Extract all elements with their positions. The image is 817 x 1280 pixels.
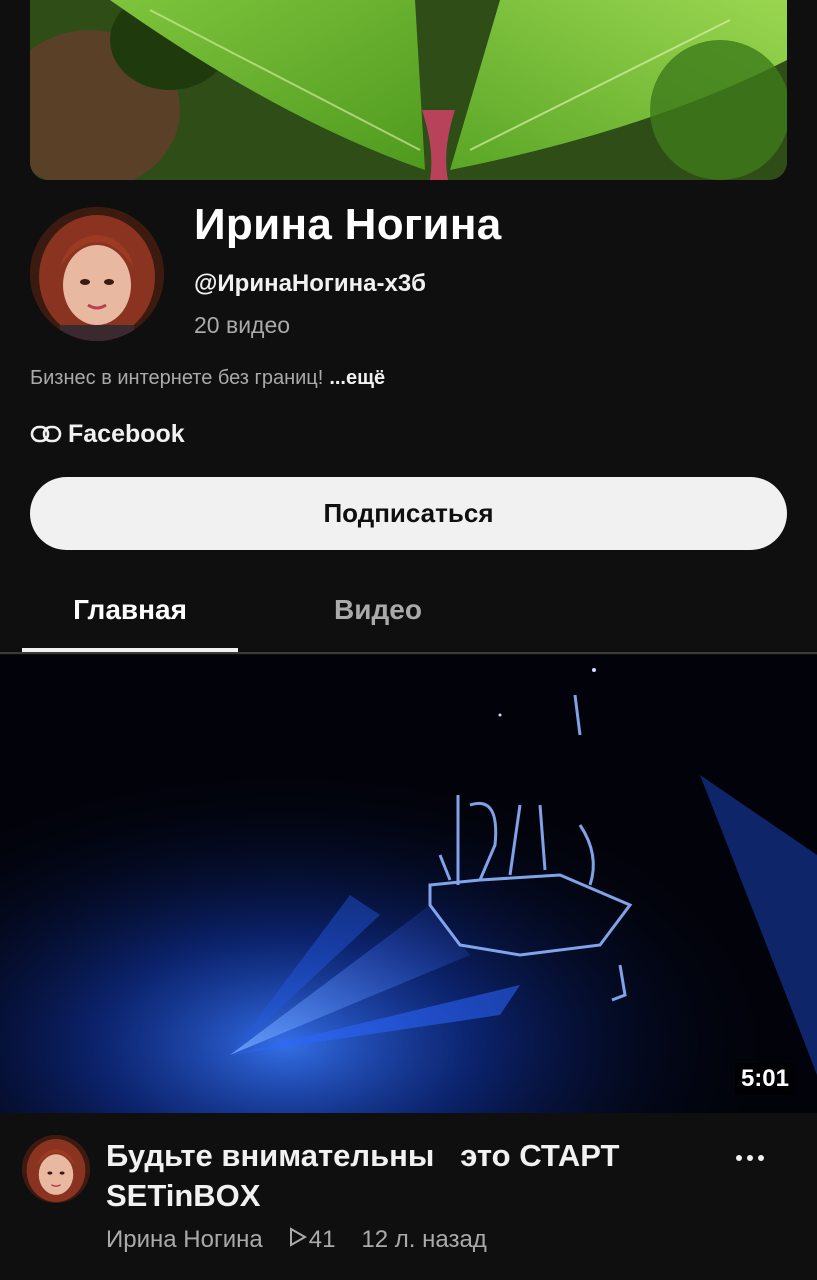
channel-avatar[interactable] — [30, 207, 164, 341]
video-thumbnail[interactable]: 5:01 — [0, 655, 817, 1113]
leaf-banner-image — [30, 0, 787, 180]
video-count: 20 видео — [194, 312, 291, 338]
tab-home[interactable]: Главная — [22, 570, 238, 650]
tab-videos[interactable]: Видео — [270, 570, 486, 650]
tabs-divider — [0, 652, 817, 654]
avatar-portrait-small-image — [22, 1135, 90, 1203]
avatar-portrait-image — [30, 207, 164, 341]
video-age: 12 л. назад — [361, 1226, 487, 1253]
video-views: 41 — [308, 1226, 336, 1253]
more-vert-icon[interactable] — [726, 1140, 774, 1176]
channel-description[interactable]: Бизнес в интернете без границ! ...ещё — [30, 367, 385, 390]
link-icon — [30, 423, 62, 445]
video-meta: Ирина Ногина 41 12 л. назад — [106, 1226, 487, 1254]
play-outline-icon — [289, 1226, 307, 1254]
video-channel-avatar[interactable] — [22, 1135, 90, 1203]
channel-tabs: Главная Видео — [0, 570, 817, 654]
link-label: Facebook — [68, 419, 185, 448]
channel-page: Ирина Ногина @ИринаНогина-х3б 20 видео Б… — [0, 0, 817, 1280]
channel-handle: @ИринаНогина-х3б — [194, 270, 427, 297]
laser-show-image — [0, 655, 817, 1113]
description-more-link[interactable]: ...ещё — [329, 367, 385, 389]
channel-name: Ирина Ногина — [194, 200, 502, 249]
video-author: Ирина Ногина — [106, 1226, 263, 1253]
subscribe-button[interactable]: Подписаться — [30, 477, 787, 550]
channel-link-facebook[interactable]: Facebook — [30, 418, 185, 450]
description-text: Бизнес в интернете без границ! — [30, 367, 324, 389]
channel-banner — [30, 0, 787, 180]
video-duration: 5:01 — [734, 1063, 795, 1095]
video-title[interactable]: Будьте внимательны это СТАРТ SETinBOX — [106, 1136, 686, 1216]
